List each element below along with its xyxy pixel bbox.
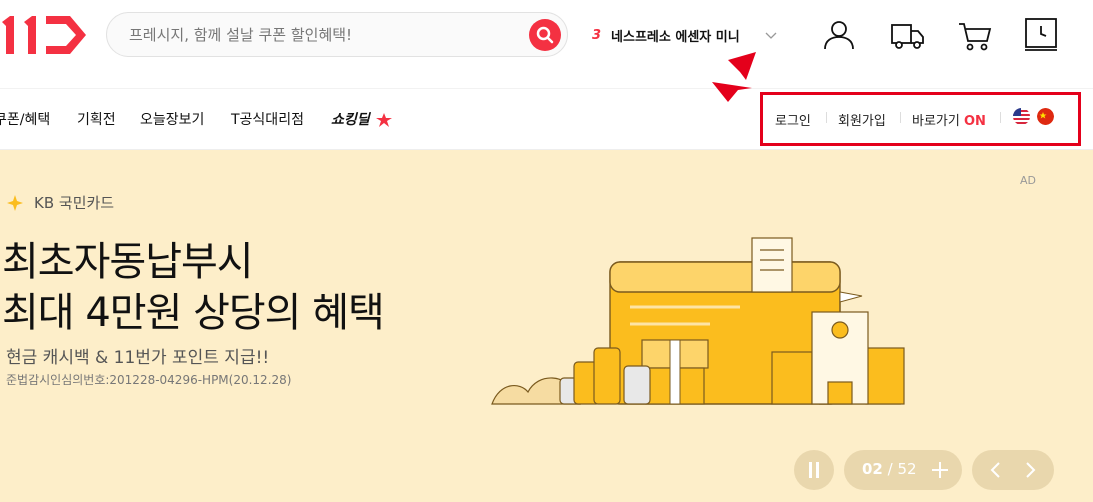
card-brand: KB 국민카드 (6, 192, 114, 213)
divider (826, 112, 827, 123)
highlight-arrow-icon (712, 52, 756, 102)
shocking-deal-star-icon (375, 113, 392, 127)
chevron-down-icon[interactable] (764, 25, 778, 45)
ad-label: AD (1020, 174, 1036, 187)
recent-view-icon[interactable] (1023, 16, 1061, 54)
divider (1000, 112, 1001, 123)
pause-icon (809, 462, 819, 478)
search-input[interactable] (129, 13, 519, 56)
next-slide-icon[interactable] (1018, 458, 1042, 482)
pause-button[interactable] (794, 450, 834, 490)
delivery-truck-icon[interactable] (888, 16, 926, 54)
cart-icon[interactable] (956, 16, 994, 54)
rank-number: 3 (592, 27, 602, 43)
realtime-keyword-rank[interactable]: 3 네스프레소 에센자 미니 (592, 25, 792, 45)
kb-star-logo-icon (7, 194, 23, 211)
nav-item-grocery[interactable]: 오늘장보기 (140, 109, 204, 129)
rank-keyword: 네스프레소 에센자 미니 (611, 29, 740, 45)
banner-subtitle: 현금 캐시백 & 11번가 포인트 지급!! (6, 348, 270, 368)
signup-link[interactable]: 회원가입 (838, 110, 886, 129)
nav-item-t-store[interactable]: T공식대리점 (231, 109, 304, 129)
china-flag-icon[interactable] (1037, 108, 1054, 125)
divider (900, 112, 901, 123)
search-icon (536, 26, 554, 44)
banner-headline-2: 최대 4만원 상당의 혜택 (2, 290, 385, 336)
nav-item-coupon[interactable]: 쿠폰/혜택 (0, 109, 50, 129)
prev-slide-icon[interactable] (984, 458, 1008, 482)
view-all-plus-icon[interactable] (928, 458, 952, 482)
page-counter: 02 / 52 (862, 460, 917, 478)
compliance-notice: 준법감시인심의번호:201228-04296-HPM(20.12.28) (6, 373, 292, 387)
search-button[interactable] (529, 19, 561, 51)
banner-headline-1: 최초자동납부시 (2, 239, 254, 285)
login-link[interactable]: 로그인 (775, 110, 811, 129)
us-flag-icon[interactable] (1013, 108, 1030, 125)
nav-item-shocking-deal[interactable]: 쇼킹딜 (331, 109, 393, 129)
eleven-street-logo[interactable] (0, 14, 90, 56)
search-bar (106, 12, 568, 57)
nav-item-exhibition[interactable]: 기획전 (77, 109, 116, 129)
top-header: 3 네스프레소 에센자 미니 (0, 0, 1093, 88)
banner-illustration (491, 237, 905, 405)
shortcut-toggle[interactable]: 바로가기 ON (912, 110, 986, 129)
card-brand-label: KB 국민카드 (34, 194, 115, 212)
user-icon[interactable] (820, 16, 858, 54)
